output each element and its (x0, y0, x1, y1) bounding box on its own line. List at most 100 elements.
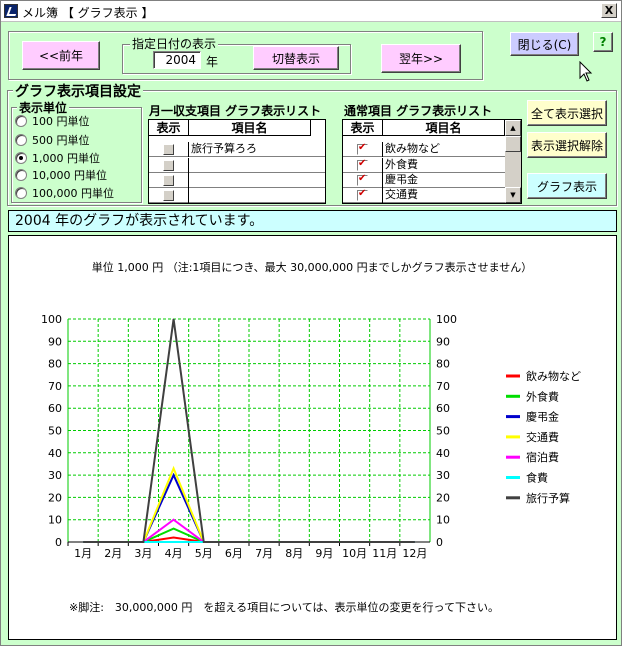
graph-window: メル簿 【 グラフ表示 】 X <<前年 指定日付の表示 2004 年 切替表示… (0, 0, 622, 646)
y-tick-label: 100 (41, 313, 62, 326)
x-tick-label: 2月 (104, 547, 122, 560)
status-message: 2004 年のグラフが表示されています。 (8, 210, 617, 232)
y-tick-label-right: 50 (436, 425, 450, 438)
y-tick-label: 40 (48, 447, 62, 460)
mouse-cursor-icon (579, 61, 593, 82)
unit-radio-label: 500 円単位 (32, 134, 90, 147)
y-tick-label-right: 20 (436, 491, 450, 504)
y-tick-label-right: 70 (436, 380, 450, 393)
unit-radio-label: 100,000 円単位 (32, 187, 114, 200)
y-tick-label: 0 (55, 536, 62, 549)
x-tick-label: 1月 (74, 547, 92, 560)
x-tick-label: 5月 (195, 547, 213, 560)
list-item[interactable] (149, 173, 325, 188)
y-tick-label: 60 (48, 402, 62, 415)
y-tick-label-right: 0 (436, 536, 443, 549)
unit-radio-1000[interactable]: 1,000 円単位 (15, 150, 100, 166)
unit-radio-500[interactable]: 500 円単位 (15, 132, 90, 148)
chart-footnote: ※脚注: 30,000,000 円 を超える項目については、表示単位の変更を行っ… (69, 600, 499, 614)
scroll-down-icon[interactable]: ▼ (505, 187, 521, 203)
x-tick-label: 10月 (342, 547, 367, 560)
window-close-button[interactable]: X (601, 3, 617, 18)
scroll-thumb[interactable] (505, 136, 521, 152)
y-tick-label-right: 30 (436, 469, 450, 482)
y-tick-label-right: 100 (436, 313, 457, 326)
y-tick-label: 20 (48, 491, 62, 504)
list-item[interactable]: 外食費 (343, 158, 505, 173)
radio-icon (15, 169, 27, 181)
legend-label: 外食費 (526, 389, 559, 403)
legend-label: 宿泊費 (526, 450, 559, 464)
legend-label: 交通費 (526, 430, 559, 444)
scroll-up-icon[interactable]: ▲ (505, 120, 521, 136)
x-tick-label: 8月 (285, 547, 303, 560)
y-tick-label: 70 (48, 380, 62, 393)
prev-year-button[interactable]: <<前年 (22, 41, 100, 70)
legend-label: 旅行予算 (526, 491, 570, 505)
checkbox[interactable] (163, 190, 174, 201)
unit-radio-100[interactable]: 100 円単位 (15, 113, 90, 129)
unit-radio-10000[interactable]: 10,000 円単位 (15, 167, 107, 183)
col-show-header: 表示 (343, 120, 383, 136)
title-bar: メル簿 【 グラフ表示 】 X (1, 1, 621, 22)
common-list-title: 通常項目 グラフ表示リスト (344, 104, 493, 118)
y-tick-label: 50 (48, 425, 62, 438)
list-item[interactable]: 旅行予算ろろ (149, 142, 325, 157)
y-tick-label-right: 90 (436, 335, 450, 348)
legend-label: 食費 (526, 471, 548, 485)
radio-icon (15, 187, 27, 199)
line-chart: 単位 1,000 円 （注:1項目につき、最大 30,000,000 円までしか… (41, 260, 581, 614)
graph-display-button[interactable]: グラフ表示 (527, 173, 607, 199)
window-title: メル簿 【 グラフ表示 】 (22, 6, 154, 20)
checkbox[interactable] (163, 160, 174, 171)
monthly-items-list[interactable]: 表示 項目名 旅行予算ろろ (148, 119, 326, 204)
legend-label: 慶弔金 (526, 410, 559, 424)
radio-icon (15, 134, 27, 146)
x-tick-label: 7月 (255, 547, 273, 560)
x-tick-label: 12月 (402, 547, 427, 560)
unit-radio-100000[interactable]: 100,000 円単位 (15, 185, 114, 201)
unit-radio-label: 10,000 円単位 (32, 169, 107, 182)
checkbox-checked[interactable] (357, 188, 368, 201)
switch-display-button[interactable]: 切替表示 (253, 46, 339, 70)
chart-panel: 単位 1,000 円 （注:1項目につき、最大 30,000,000 円までしか… (8, 235, 617, 640)
unit-radio-label: 1,000 円単位 (32, 152, 100, 165)
y-tick-label: 80 (48, 358, 62, 371)
common-items-list[interactable]: 表示 項目名 飲み物など 外食費 慶弔金 交通費 ▲ ▼ (342, 119, 522, 204)
list-item[interactable] (149, 158, 325, 173)
col-name-header: 項目名 (383, 120, 505, 136)
y-tick-label-right: 80 (436, 358, 450, 371)
select-all-button[interactable]: 全て表示選択 (527, 100, 607, 126)
close-button[interactable]: 閉じる(C) (510, 32, 579, 56)
year-unit-label: 年 (206, 55, 219, 69)
help-button[interactable]: ? (593, 32, 613, 52)
year-field[interactable]: 2004 (153, 51, 201, 69)
app-icon (4, 4, 18, 18)
list-item[interactable]: 飲み物など (343, 142, 505, 157)
list-scrollbar[interactable]: ▲ ▼ (505, 120, 521, 203)
unit-radio-label: 100 円単位 (32, 115, 90, 128)
y-tick-label: 90 (48, 335, 62, 348)
y-tick-label-right: 60 (436, 402, 450, 415)
y-tick-label-right: 40 (436, 447, 450, 460)
chart-title: 単位 1,000 円 （注:1項目につき、最大 30,000,000 円までしか… (92, 260, 533, 274)
date-display-label: 指定日付の表示 (130, 35, 219, 52)
radio-selected-icon (15, 152, 27, 164)
deselect-all-button[interactable]: 表示選択解除 (527, 132, 607, 158)
checkbox[interactable] (163, 144, 174, 155)
checkbox-checked[interactable] (357, 173, 368, 186)
y-tick-label: 30 (48, 469, 62, 482)
checkbox-checked[interactable] (357, 158, 368, 171)
radio-icon (15, 115, 27, 127)
list-item[interactable]: 慶弔金 (343, 173, 505, 188)
monthly-list-title: 月一収支項目 グラフ表示リスト (149, 104, 322, 118)
checkbox-checked[interactable] (357, 142, 368, 155)
list-item[interactable] (149, 188, 325, 203)
next-year-button[interactable]: 翌年>> (381, 44, 461, 73)
checkbox[interactable] (163, 175, 174, 186)
legend-label: 飲み物など (526, 369, 581, 383)
x-tick-label: 3月 (134, 547, 152, 560)
x-tick-label: 11月 (372, 547, 397, 560)
x-tick-label: 9月 (315, 547, 333, 560)
list-item[interactable]: 交通費 (343, 188, 505, 203)
